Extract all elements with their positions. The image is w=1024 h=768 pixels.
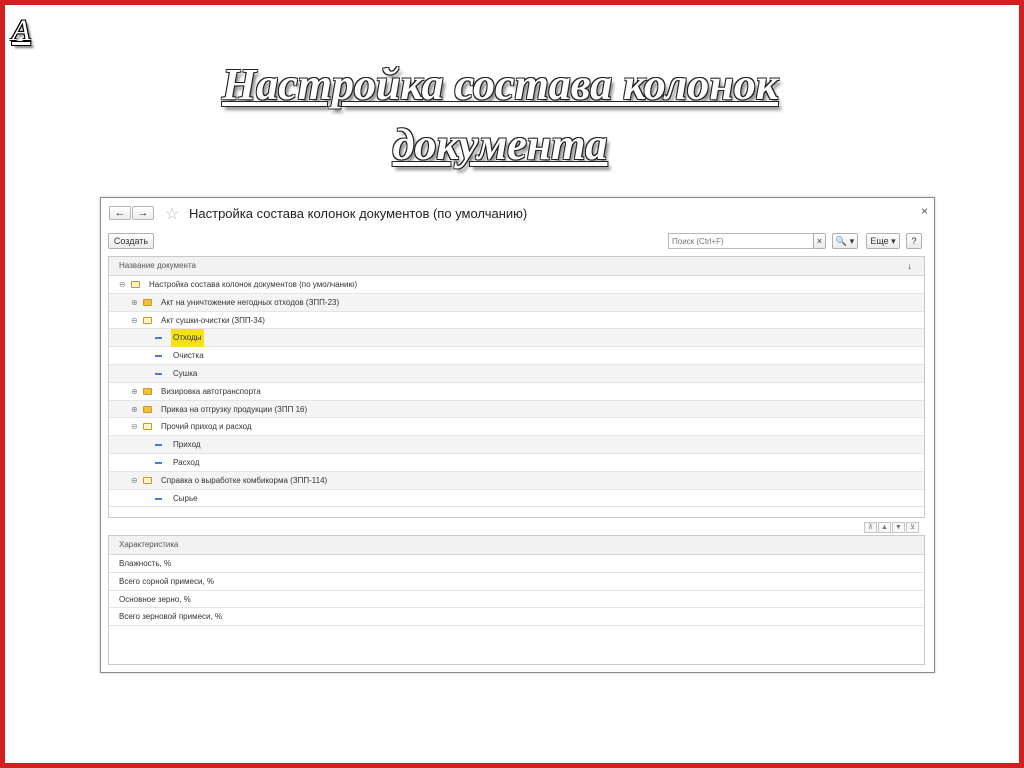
documents-tree-body: ⊖ Настройка состава колонок документов (… bbox=[109, 276, 924, 508]
toolbar: Создать × 🔍 ▾ Еще ▾ ? bbox=[101, 230, 934, 256]
folder-icon bbox=[131, 281, 140, 288]
tree-row-folder[interactable]: ⊖ Прочий приход и расход bbox=[109, 418, 924, 437]
tree-row-item[interactable]: Расход bbox=[109, 454, 924, 472]
folder-icon bbox=[143, 316, 152, 324]
tree-row-label: Акт сушки-очистки (ЗПП-34) bbox=[161, 315, 265, 325]
tree-row-label: Сушка bbox=[173, 368, 198, 378]
window-title: Настройка состава колонок документов (по… bbox=[189, 206, 528, 221]
close-icon[interactable]: × bbox=[921, 204, 928, 218]
tree-row-label: Настройка состава колонок документов (по… bbox=[149, 280, 358, 289]
tree-row-label: Очистка bbox=[173, 351, 204, 361]
clear-search-button[interactable]: × bbox=[813, 233, 826, 249]
tree-row-item-selected[interactable]: Отходы bbox=[109, 329, 924, 348]
expand-icon[interactable]: ⊕ bbox=[131, 383, 138, 401]
characteristics-header: Характеристика bbox=[109, 536, 924, 555]
expand-icon[interactable]: ⊕ bbox=[131, 294, 138, 312]
folder-icon bbox=[143, 387, 152, 395]
tree-row-folder[interactable]: ⊕ Акт на уничтожение негодных отходов (З… bbox=[109, 293, 924, 312]
tree-row-root[interactable]: ⊖ Настройка состава колонок документов (… bbox=[109, 276, 924, 294]
item-icon bbox=[155, 372, 162, 375]
characteristic-row[interactable]: Всего зерновой примеси, % bbox=[109, 608, 924, 627]
characteristic-row[interactable]: Влажность, % bbox=[109, 555, 924, 573]
tree-row-item[interactable]: Приход bbox=[109, 436, 924, 454]
tree-row-folder[interactable]: ⊕ Приказ на отгрузку продукции (ЗПП 16) bbox=[109, 400, 924, 419]
slide-title: Настройка состава колонок документа bbox=[180, 55, 820, 175]
column-header-characteristic[interactable]: Характеристика bbox=[119, 540, 178, 549]
more-button[interactable]: Еще ▾ bbox=[866, 233, 900, 249]
corner-letter: А bbox=[12, 14, 31, 47]
collapse-icon[interactable]: ⊖ bbox=[119, 276, 126, 294]
folder-icon bbox=[143, 405, 152, 413]
move-last-button[interactable]: ⊻ bbox=[906, 522, 919, 533]
slide-title-line-1: Настройка состава колонок bbox=[221, 60, 779, 109]
folder-icon bbox=[143, 476, 152, 484]
collapse-icon[interactable]: ⊖ bbox=[131, 312, 138, 330]
collapse-icon[interactable]: ⊖ bbox=[131, 418, 138, 436]
forward-button[interactable]: → bbox=[132, 206, 154, 220]
tree-row-label: Прочий приход и расход bbox=[161, 422, 252, 432]
search-button[interactable]: 🔍 ▾ bbox=[832, 233, 858, 249]
slide-title-line-2: документа bbox=[392, 120, 608, 169]
move-first-button[interactable]: ⊼ bbox=[864, 522, 877, 533]
help-button[interactable]: ? bbox=[906, 233, 922, 249]
row-move-controls: ⊼ ▲ ▼ ⊻ bbox=[864, 516, 924, 533]
tree-row-label: Приказ на отгрузку продукции (ЗПП 16) bbox=[161, 404, 308, 414]
characteristic-row[interactable]: Основное зерно, % bbox=[109, 590, 924, 609]
settings-window: ← → ☆ Настройка состава колонок документ… bbox=[100, 197, 935, 673]
move-up-button[interactable]: ▲ bbox=[878, 522, 891, 533]
tree-row-label: Справка о выработке комбикорма (ЗПП-114) bbox=[161, 475, 328, 485]
folder-icon bbox=[143, 298, 152, 306]
tree-row-folder[interactable]: ⊖ Справка о выработке комбикорма (ЗПП-11… bbox=[109, 471, 924, 490]
tree-row-label: Отходы bbox=[171, 329, 204, 348]
tree-row-item[interactable]: Очистка bbox=[109, 347, 924, 365]
expand-icon[interactable]: ⊕ bbox=[131, 401, 138, 419]
documents-tree: Название документа ↓ ⊖ Настройка состава… bbox=[108, 256, 925, 518]
item-icon bbox=[155, 444, 162, 447]
characteristics-table: Характеристика Влажность, % Всего сорной… bbox=[108, 535, 925, 665]
tree-row-item[interactable]: Сырье bbox=[109, 490, 924, 508]
tree-row-folder[interactable]: ⊖ Акт сушки-очистки (ЗПП-34) bbox=[109, 312, 924, 330]
sort-icon[interactable]: ↓ bbox=[908, 257, 913, 275]
search-input[interactable] bbox=[668, 233, 814, 249]
create-button[interactable]: Создать bbox=[108, 233, 154, 249]
back-button[interactable]: ← bbox=[109, 206, 131, 220]
tree-row-label: Расход bbox=[173, 457, 200, 467]
tree-row-label: Сырье bbox=[173, 493, 198, 503]
item-icon bbox=[155, 337, 162, 340]
characteristic-row[interactable]: Всего сорной примеси, % bbox=[109, 573, 924, 591]
move-down-button[interactable]: ▼ bbox=[892, 522, 905, 533]
tree-row-label: Акт на уничтожение негодных отходов (ЗПП… bbox=[161, 297, 340, 307]
tree-row-folder[interactable]: ⊕ Визировка автотранспорта bbox=[109, 383, 924, 401]
item-icon bbox=[155, 461, 162, 464]
collapse-icon[interactable]: ⊖ bbox=[131, 472, 138, 490]
tree-row-item[interactable]: Сушка bbox=[109, 364, 924, 383]
documents-tree-header: Название документа ↓ bbox=[109, 257, 924, 276]
window-titlebar: ← → ☆ Настройка состава колонок документ… bbox=[101, 198, 934, 230]
star-icon[interactable]: ☆ bbox=[165, 204, 179, 224]
tree-row-label: Приход bbox=[173, 440, 201, 450]
item-icon bbox=[155, 497, 162, 500]
folder-icon bbox=[143, 423, 152, 431]
item-icon bbox=[155, 355, 162, 358]
tree-row-label: Визировка автотранспорта bbox=[161, 386, 261, 396]
column-header-document-name[interactable]: Название документа bbox=[119, 261, 196, 270]
